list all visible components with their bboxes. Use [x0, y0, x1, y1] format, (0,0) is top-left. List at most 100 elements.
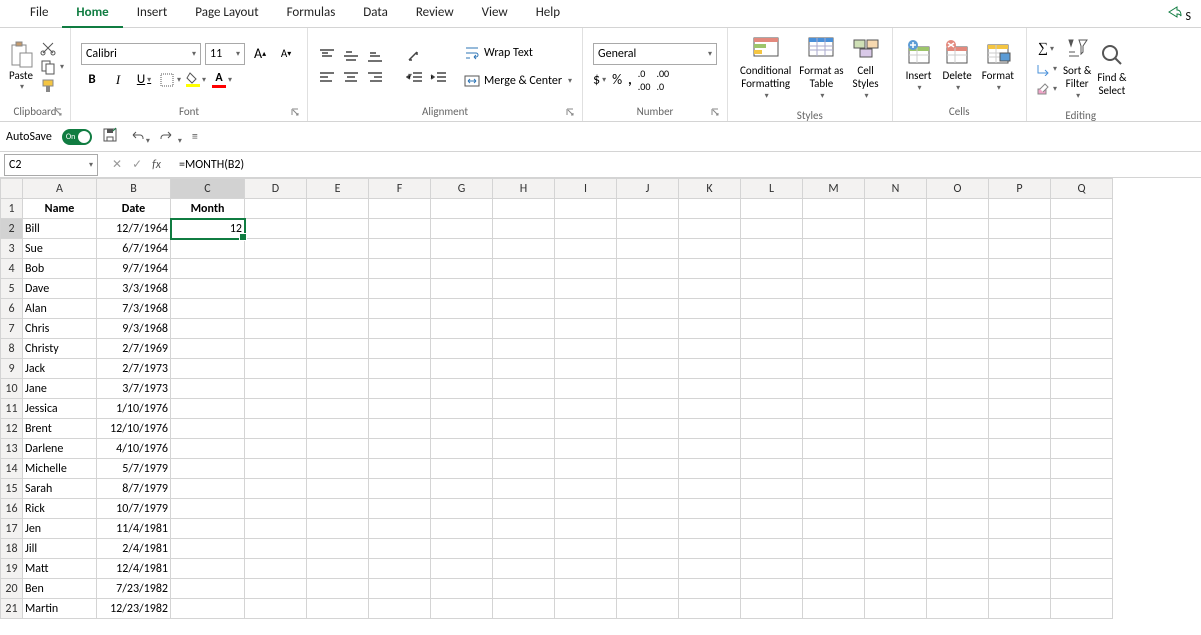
cell[interactable]	[741, 299, 803, 319]
cell[interactable]: Rick	[23, 499, 97, 519]
align-middle-button[interactable]	[342, 48, 360, 64]
cell[interactable]	[617, 559, 679, 579]
cell[interactable]	[307, 559, 369, 579]
cell[interactable]	[431, 339, 493, 359]
bold-button[interactable]: B	[81, 69, 103, 91]
wrap-text-button[interactable]: Wrap Text	[464, 42, 572, 64]
cell[interactable]	[617, 439, 679, 459]
tab-file[interactable]: File	[16, 0, 62, 28]
cell[interactable]	[555, 539, 617, 559]
cell[interactable]	[927, 299, 989, 319]
cell[interactable]	[493, 239, 555, 259]
cell[interactable]	[741, 539, 803, 559]
cell[interactable]	[927, 559, 989, 579]
cell[interactable]	[431, 199, 493, 219]
cell[interactable]	[741, 219, 803, 239]
cell[interactable]	[865, 279, 927, 299]
tab-help[interactable]: Help	[522, 0, 574, 28]
cell[interactable]	[741, 239, 803, 259]
cell[interactable]: Jen	[23, 519, 97, 539]
cell[interactable]	[171, 299, 245, 319]
cell[interactable]	[927, 339, 989, 359]
cell[interactable]: 2/7/1973	[97, 359, 171, 379]
cell[interactable]	[307, 499, 369, 519]
cell[interactable]	[741, 459, 803, 479]
cell[interactable]	[369, 439, 431, 459]
cell[interactable]	[927, 599, 989, 619]
cell[interactable]	[171, 559, 245, 579]
cell[interactable]	[617, 219, 679, 239]
share-icon[interactable]: S	[1167, 10, 1191, 24]
cell[interactable]	[989, 299, 1051, 319]
sort-filter-button[interactable]: Sort & Filter▾	[1063, 34, 1091, 103]
cell[interactable]	[803, 519, 865, 539]
cell[interactable]: Jack	[23, 359, 97, 379]
cell[interactable]	[989, 519, 1051, 539]
cell[interactable]	[1051, 199, 1113, 219]
cell[interactable]: Alan	[23, 299, 97, 319]
cell[interactable]: Name	[23, 199, 97, 219]
cell[interactable]	[679, 339, 741, 359]
row-header[interactable]: 6	[1, 299, 23, 319]
cell[interactable]	[803, 379, 865, 399]
cell[interactable]	[803, 199, 865, 219]
cell[interactable]	[865, 439, 927, 459]
cell[interactable]: 7/23/1982	[97, 579, 171, 599]
column-header[interactable]: G	[431, 179, 493, 199]
row-header[interactable]: 9	[1, 359, 23, 379]
cell[interactable]: 3/3/1968	[97, 279, 171, 299]
cell[interactable]	[307, 379, 369, 399]
row-header[interactable]: 18	[1, 539, 23, 559]
cell[interactable]	[989, 459, 1051, 479]
increase-font-button[interactable]: A▴	[249, 43, 271, 65]
cell[interactable]	[741, 579, 803, 599]
cell[interactable]	[431, 519, 493, 539]
cell[interactable]	[493, 559, 555, 579]
cell[interactable]	[1051, 359, 1113, 379]
cell[interactable]	[679, 239, 741, 259]
cell[interactable]	[679, 379, 741, 399]
autosum-button[interactable]: ∑▾	[1038, 40, 1054, 58]
cell[interactable]	[555, 439, 617, 459]
cell[interactable]	[555, 219, 617, 239]
cell[interactable]	[431, 599, 493, 619]
cell[interactable]: 2/4/1981	[97, 539, 171, 559]
row-header[interactable]: 21	[1, 599, 23, 619]
align-right-button[interactable]	[366, 70, 384, 86]
cell[interactable]	[617, 239, 679, 259]
cell[interactable]	[989, 579, 1051, 599]
cell[interactable]	[927, 319, 989, 339]
column-header[interactable]: D	[245, 179, 307, 199]
cell[interactable]	[245, 359, 307, 379]
cell[interactable]	[555, 419, 617, 439]
cell[interactable]	[555, 199, 617, 219]
launcher-icon[interactable]	[291, 106, 301, 116]
cell[interactable]	[1051, 559, 1113, 579]
cell[interactable]	[431, 479, 493, 499]
cell[interactable]	[1051, 239, 1113, 259]
cell[interactable]	[679, 559, 741, 579]
cell[interactable]	[989, 259, 1051, 279]
cell[interactable]	[493, 279, 555, 299]
undo-button[interactable]: ▾	[128, 127, 150, 147]
row-header[interactable]: 2	[1, 219, 23, 239]
cell[interactable]: Martin	[23, 599, 97, 619]
cell[interactable]	[803, 399, 865, 419]
cell[interactable]	[617, 499, 679, 519]
column-header[interactable]: M	[803, 179, 865, 199]
cell[interactable]	[369, 479, 431, 499]
cell[interactable]	[307, 419, 369, 439]
cell[interactable]	[927, 199, 989, 219]
cell[interactable]	[245, 459, 307, 479]
cell[interactable]: 3/7/1973	[97, 379, 171, 399]
cell[interactable]: Date	[97, 199, 171, 219]
cell[interactable]: Michelle	[23, 459, 97, 479]
redo-button[interactable]: ▾	[160, 127, 182, 147]
launcher-icon[interactable]	[566, 106, 576, 116]
cell[interactable]	[617, 299, 679, 319]
launcher-icon[interactable]	[711, 106, 721, 116]
italic-button[interactable]: I	[107, 69, 129, 91]
cell[interactable]	[617, 519, 679, 539]
cell[interactable]	[679, 519, 741, 539]
cell[interactable]	[307, 519, 369, 539]
